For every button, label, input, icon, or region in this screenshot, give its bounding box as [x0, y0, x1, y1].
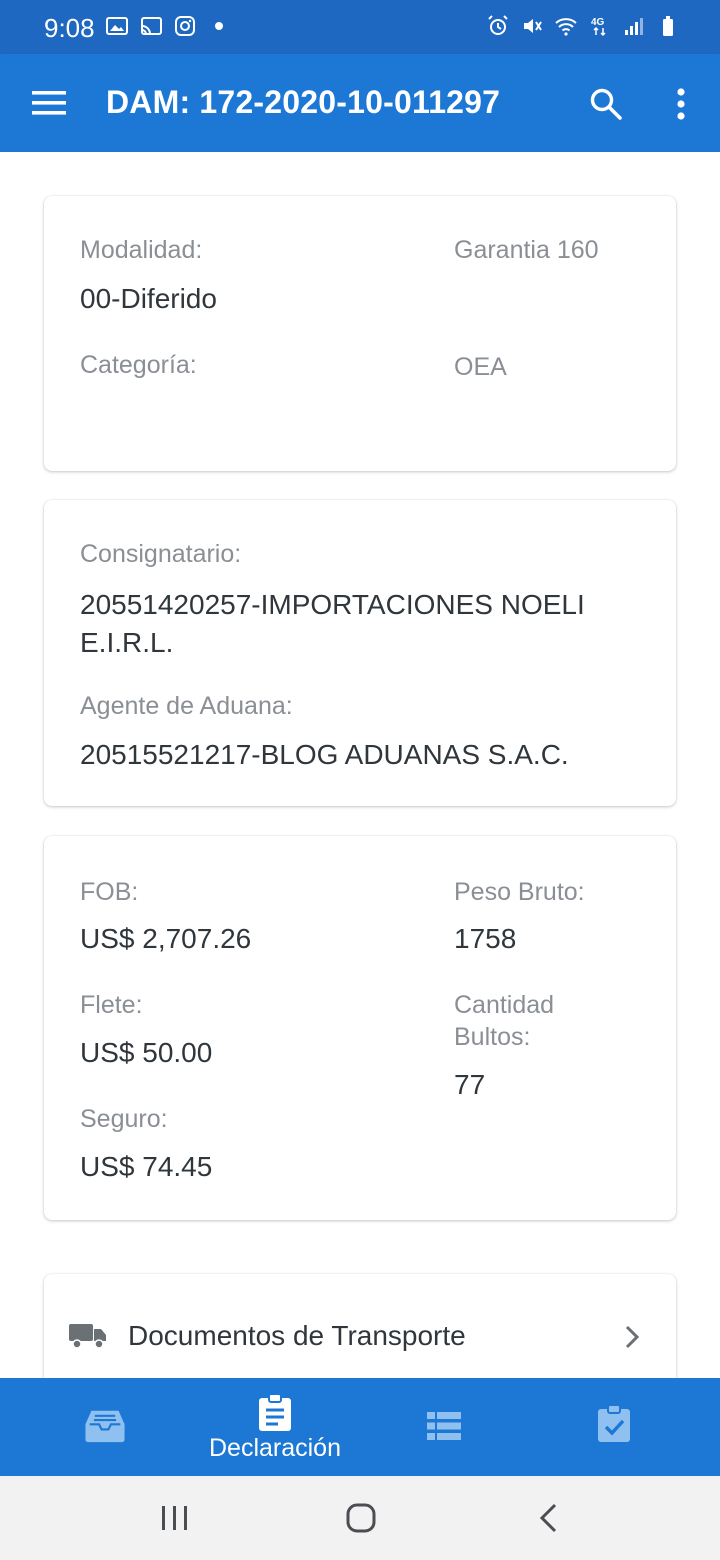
categoria-label: Categoría:	[80, 351, 197, 379]
peso-bruto-value: 1758	[454, 923, 517, 954]
alarm-icon	[488, 15, 508, 35]
home-icon[interactable]	[341, 1498, 381, 1538]
clipboard-check-icon	[598, 1405, 630, 1442]
agente-value: 20515521217-BLOG ADUANAS S.A.C.	[80, 739, 569, 770]
app-bar: DAM: 172-2020-10-011297	[0, 54, 720, 152]
recent-apps-icon[interactable]	[155, 1498, 195, 1538]
seguro-label: Seguro:	[80, 1105, 168, 1133]
garantia-label: Garantia 160	[454, 236, 599, 264]
seguro-value: US$ 74.45	[80, 1151, 213, 1182]
wifi-icon	[555, 18, 577, 36]
fob-label: FOB:	[80, 878, 139, 906]
nav-item-list[interactable]	[354, 1378, 534, 1476]
inbox-icon	[85, 1410, 125, 1443]
mute-icon	[524, 19, 542, 33]
signal-icon	[625, 18, 643, 35]
4g-icon: 4G	[591, 17, 606, 37]
modalidad-label: Modalidad:	[80, 236, 203, 264]
cantidad-bultos-label-line1: Cantidad	[454, 991, 555, 1019]
agente-label: Agente de Aduana:	[80, 692, 293, 720]
content-scroll[interactable]: Modalidad: 00-Diferido Garantia 160 Cate…	[0, 152, 720, 1378]
back-icon[interactable]	[530, 1498, 570, 1538]
clipboard-icon	[259, 1394, 291, 1431]
nav-item-check[interactable]	[524, 1378, 704, 1476]
modalidad-value: 00-Diferido	[80, 283, 217, 314]
fob-value: US$ 2,707.26	[80, 923, 252, 954]
oea-label: OEA	[454, 353, 507, 381]
gallery-icon	[106, 17, 128, 35]
documentos-transporte-label: Documentos de Transporte	[128, 1320, 466, 1351]
more-vert-icon[interactable]	[668, 86, 694, 122]
cantidad-bultos-label-line2: Bultos:	[454, 1023, 531, 1051]
battery-icon	[663, 16, 673, 36]
cantidad-bultos-value: 77	[454, 1069, 486, 1100]
hamburger-menu-icon[interactable]	[30, 86, 68, 120]
search-icon[interactable]	[588, 86, 624, 122]
status-time: 9:08	[44, 13, 95, 43]
truck-icon	[69, 1324, 106, 1349]
chevron-right-icon	[625, 1325, 640, 1349]
system-nav-bar	[0, 1476, 720, 1560]
status-right-icons: 4G	[486, 14, 680, 38]
status-bar: 9:08 4G	[0, 0, 720, 54]
dot-icon	[215, 22, 223, 30]
consignatario-value-line2: E.I.R.L.	[80, 627, 174, 658]
card-values: FOB: US$ 2,707.26 Flete: US$ 50.00 Segur…	[44, 836, 676, 1220]
flete-value: US$ 50.00	[80, 1037, 213, 1068]
cast-icon	[141, 17, 162, 35]
documentos-transporte-row[interactable]: Documentos de Transporte	[44, 1274, 676, 1378]
consignatario-value-line1: 20551420257-IMPORTACIONES NOELI	[80, 589, 585, 620]
status-left-icons	[105, 14, 231, 38]
card-general: Modalidad: 00-Diferido Garantia 160 Cate…	[44, 196, 676, 471]
page-title: DAM: 172-2020-10-011297	[106, 84, 501, 120]
instagram-icon	[175, 16, 195, 36]
nav-item-declaracion[interactable]: Declaración	[185, 1378, 365, 1476]
nav-item-inbox[interactable]	[15, 1378, 195, 1476]
flete-label: Flete:	[80, 991, 143, 1019]
list-icon	[427, 1412, 461, 1440]
bottom-nav: Declaración	[0, 1378, 720, 1476]
peso-bruto-label: Peso Bruto:	[454, 878, 585, 906]
card-parties: Consignatario: 20551420257-IMPORTACIONES…	[44, 500, 676, 806]
consignatario-label: Consignatario:	[80, 540, 242, 568]
svg-text:4G: 4G	[591, 17, 605, 28]
nav-label-declaracion: Declaración	[208, 1434, 341, 1462]
